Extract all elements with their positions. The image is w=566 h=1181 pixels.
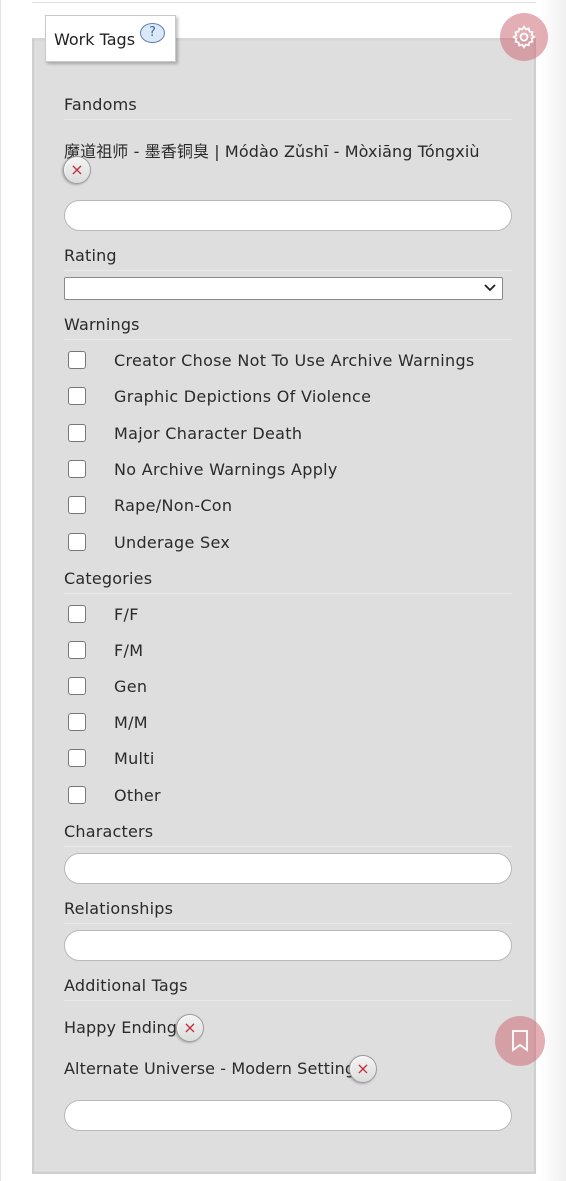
additional-tags-input[interactable] — [64, 1100, 512, 1131]
additional-tags-label: Additional Tags — [64, 976, 512, 1001]
warning-option-label: Underage Sex — [114, 533, 231, 552]
bookmark-button[interactable] — [495, 1016, 545, 1066]
fandoms-input[interactable] — [64, 200, 512, 231]
category-option-label: M/M — [114, 713, 148, 732]
additional-tag: Happy Ending — [64, 1018, 178, 1037]
warning-checkbox[interactable] — [68, 424, 86, 442]
category-option-label: F/M — [114, 641, 144, 660]
category-option-label: Multi — [114, 749, 155, 768]
warning-checkbox[interactable] — [68, 496, 86, 514]
help-icon[interactable]: ? — [140, 23, 165, 43]
page-scroll-shadow — [540, 0, 566, 1181]
category-checkbox[interactable] — [68, 713, 86, 731]
warning-checkbox[interactable] — [68, 387, 86, 405]
characters-input[interactable] — [64, 853, 512, 884]
warning-option-label: Graphic Depictions Of Violence — [114, 387, 372, 406]
category-checkbox[interactable] — [68, 786, 86, 804]
page-edge — [0, 0, 1, 1181]
warning-option-label: Major Character Death — [114, 424, 303, 443]
top-divider — [32, 0, 536, 3]
additional-tag: Alternate Universe - Modern Setting — [64, 1059, 356, 1078]
warning-checkbox[interactable] — [68, 351, 86, 369]
bookmark-icon — [512, 1030, 528, 1052]
legend-title: Work Tags — [54, 30, 136, 49]
warning-option-label: Rape/Non-Con — [114, 496, 233, 515]
category-option-label: Other — [114, 786, 161, 805]
gear-icon — [512, 25, 536, 49]
category-option-label: Gen — [114, 677, 148, 696]
remove-fandom-tag-button[interactable]: × — [63, 156, 91, 184]
rating-select[interactable] — [64, 277, 503, 300]
warning-option-label: Creator Chose Not To Use Archive Warning… — [114, 351, 475, 370]
category-checkbox[interactable] — [68, 641, 86, 659]
category-checkbox[interactable] — [68, 605, 86, 623]
fandom-tag: 魔道祖师 - 墨香铜臭 | Módào Zǔshī - Mòxiāng Tóng… — [64, 142, 480, 161]
category-checkbox[interactable] — [68, 749, 86, 767]
relationships-label: Relationships — [64, 899, 512, 924]
warnings-label: Warnings — [64, 315, 512, 340]
chevron-down-icon — [484, 284, 496, 292]
rating-label: Rating — [64, 246, 512, 271]
warning-checkbox[interactable] — [68, 460, 86, 478]
settings-button[interactable] — [500, 13, 548, 61]
warning-checkbox[interactable] — [68, 533, 86, 551]
characters-label: Characters — [64, 822, 512, 847]
remove-additional-tag-button[interactable]: × — [176, 1014, 204, 1042]
categories-label: Categories — [64, 569, 512, 594]
remove-additional-tag-button[interactable]: × — [349, 1055, 377, 1083]
category-option-label: F/F — [114, 605, 139, 624]
warning-option-label: No Archive Warnings Apply — [114, 460, 338, 479]
relationships-input[interactable] — [64, 930, 512, 961]
category-checkbox[interactable] — [68, 677, 86, 695]
fandoms-label: Fandoms — [64, 95, 512, 120]
